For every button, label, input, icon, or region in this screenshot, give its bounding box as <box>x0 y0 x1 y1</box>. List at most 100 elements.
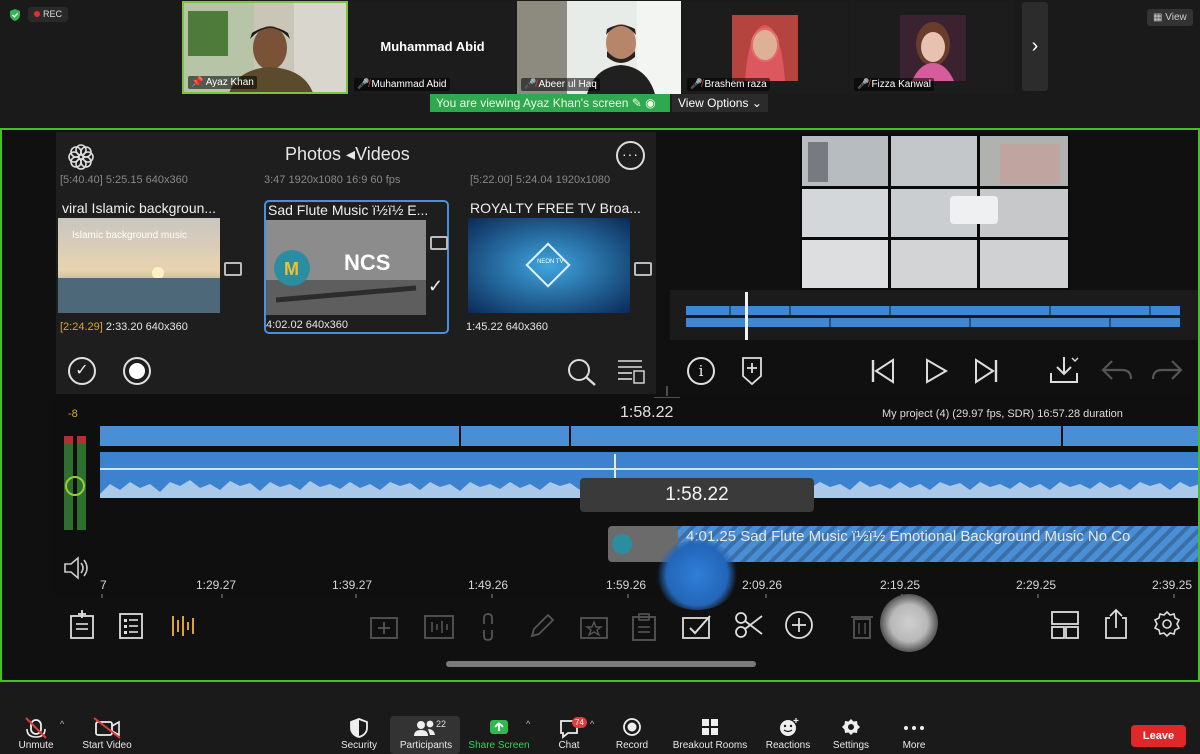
participant-tile-muhammad-abid[interactable]: Muhammad Abid 🎤̸ Muhammad Abid <box>350 1 515 94</box>
participant-name-text: Fizza Kanwal <box>871 79 931 90</box>
video-thumbnail: NEON TV <box>468 218 630 313</box>
cut-row-text: [5:40.40] 5:25.15 640x360 <box>60 174 188 186</box>
ruler-tick-label: 1:59.26 <box>606 578 647 592</box>
share-export-icon[interactable] <box>1102 608 1130 640</box>
skip-forward-icon[interactable] <box>973 358 999 384</box>
participants-count: 22 <box>436 719 447 729</box>
more-dots-icon <box>904 726 924 730</box>
viewing-banner-text: You are viewing Ayaz Khan's screen <box>436 96 629 110</box>
security-button[interactable]: Security <box>336 714 382 754</box>
share-screen-icon <box>490 720 508 734</box>
drag-time-tooltip: 1:58.22 <box>580 478 814 512</box>
muted-mic-icon: 🎤̸ <box>690 79 703 90</box>
gear-icon <box>842 719 860 735</box>
audio-meter-right-peak <box>77 436 86 444</box>
annotate-icon[interactable]: ✎ <box>632 96 642 110</box>
chevron-up-icon[interactable]: ^ <box>526 719 530 729</box>
participant-tile-fizza-kanwal[interactable]: 🎤̸ Fizza Kanwal <box>850 1 1014 94</box>
split-scissors-icon[interactable] <box>734 610 764 640</box>
checkmark-icon: ✓ <box>428 276 444 296</box>
video-preview[interactable] <box>800 134 1070 290</box>
breakout-rooms-button[interactable]: Breakout Rooms <box>668 714 752 754</box>
video-meta-text: 1:45.22 640x360 <box>466 321 548 333</box>
info-icon[interactable]: i <box>687 357 715 385</box>
play-icon[interactable] <box>923 358 949 384</box>
trimmed-duration: [2:24.29] <box>60 321 103 333</box>
share-screen-button[interactable]: Share Screen <box>466 714 532 754</box>
video-item-selected[interactable]: Sad Flute Music ï½ï½ E... M NCS ✓ 4:02.0… <box>264 200 449 334</box>
add-circle-icon[interactable] <box>784 610 814 640</box>
participants-button[interactable]: Participants <box>394 714 458 754</box>
chevron-up-icon[interactable]: ^ <box>590 719 594 729</box>
meeting-toolbar <box>0 714 1200 754</box>
participants-icon <box>414 720 435 736</box>
unmute-button[interactable]: Unmute <box>10 714 62 754</box>
participant-name: 🎤̸ Brashem raza <box>687 78 770 91</box>
security-shield-icon <box>350 718 368 738</box>
select-check-icon[interactable]: ✓ <box>68 357 96 385</box>
encryption-shield-icon[interactable] <box>8 8 22 22</box>
view-options-dropdown[interactable]: View Options ⌄ <box>672 94 768 112</box>
browser-title[interactable]: Photos ◂Videos <box>285 144 410 165</box>
leave-button[interactable]: Leave <box>1131 725 1186 747</box>
record-button-icon[interactable] <box>123 357 151 385</box>
video-item[interactable]: viral Islamic backgroun... Islamic backg… <box>58 194 248 340</box>
clipboard-icon <box>632 613 656 641</box>
audio-meter-left-peak <box>64 436 73 444</box>
audio-waveform-icon[interactable] <box>170 612 198 640</box>
more-button[interactable]: More <box>892 714 936 754</box>
add-marker-icon[interactable] <box>740 356 764 386</box>
reactions-button[interactable]: Reactions <box>762 714 814 754</box>
chat-label: Chat <box>558 740 580 751</box>
participant-tile-abeer-ul-haq[interactable]: 🎤̸ Abeer ul Haq <box>517 1 681 94</box>
settings-gear-icon[interactable] <box>1152 610 1182 640</box>
flower-icon[interactable] <box>66 142 96 172</box>
rec-label: REC <box>43 9 63 19</box>
video-title: ROYALTY FREE TV Broa... <box>470 200 641 216</box>
more-options-icon[interactable]: ··· <box>616 141 645 170</box>
video-title: viral Islamic backgroun... <box>62 200 217 216</box>
participant-name-text: Ayaz Khan <box>205 77 254 88</box>
search-icon[interactable] <box>566 357 598 387</box>
view-options-label: View Options <box>678 96 749 110</box>
sort-list-icon[interactable] <box>616 357 646 385</box>
select-clips-icon[interactable] <box>680 612 714 640</box>
record-dot-icon <box>34 11 40 17</box>
participant-name-text: Muhammad Abid <box>371 79 447 90</box>
volume-knob[interactable] <box>65 476 85 496</box>
clip-list-icon[interactable] <box>118 612 144 640</box>
playhead-timecode: 1:58.22 <box>620 404 674 421</box>
layout-panels-icon[interactable] <box>1050 610 1080 640</box>
muted-mic-icon: 🎤̸ <box>357 79 370 90</box>
record-button[interactable]: Record <box>610 714 654 754</box>
chat-unread-badge: 74 <box>572 717 587 728</box>
participant-name: 📌 Ayaz Khan <box>188 76 257 89</box>
cut-row-text: 3:47 1920x1080 16:9 60 fps <box>264 174 401 186</box>
skip-back-icon[interactable] <box>870 358 896 384</box>
add-text-icon[interactable] <box>68 610 96 640</box>
participants-label: Participants <box>399 740 453 751</box>
ruler-tick-label: 2:09.26 <box>742 578 783 592</box>
preview-scrubber[interactable] <box>670 290 1198 340</box>
view-button[interactable]: ▦ View <box>1147 9 1193 26</box>
thumbnail-caption: NCS <box>344 250 391 275</box>
next-page-arrow-icon[interactable]: › <box>1022 2 1048 91</box>
participant-tile-brashem-raza[interactable]: 🎤̸ Brashem raza <box>683 1 848 94</box>
chevron-down-icon: ⌄ <box>751 96 762 110</box>
participant-tile-ayaz-khan[interactable]: 📌 Ayaz Khan <box>182 1 348 94</box>
view-button-label: View <box>1165 12 1187 23</box>
pin-icon: 📌 <box>191 77 204 88</box>
settings-button[interactable]: Settings <box>828 714 874 754</box>
chevron-up-icon[interactable]: ^ <box>60 719 64 729</box>
share-screen-label: Share Screen <box>468 740 530 751</box>
undo-icon[interactable] <box>1100 358 1134 384</box>
video-item[interactable]: ROYALTY FREE TV Broa... NEON TV 1:45.22 … <box>466 194 658 340</box>
start-video-button[interactable]: Start Video <box>76 714 138 754</box>
speaker-icon[interactable] <box>62 555 90 581</box>
export-download-icon[interactable] <box>1048 355 1082 385</box>
redo-icon[interactable] <box>1150 358 1184 384</box>
home-indicator[interactable] <box>446 661 756 667</box>
shared-screen: Photos ◂Videos ··· [5:40.40] 5:25.15 640… <box>0 128 1200 682</box>
ruler-tick-label: 1:29.27 <box>196 578 237 592</box>
participant-name: 🎤̸ Fizza Kanwal <box>854 78 934 91</box>
